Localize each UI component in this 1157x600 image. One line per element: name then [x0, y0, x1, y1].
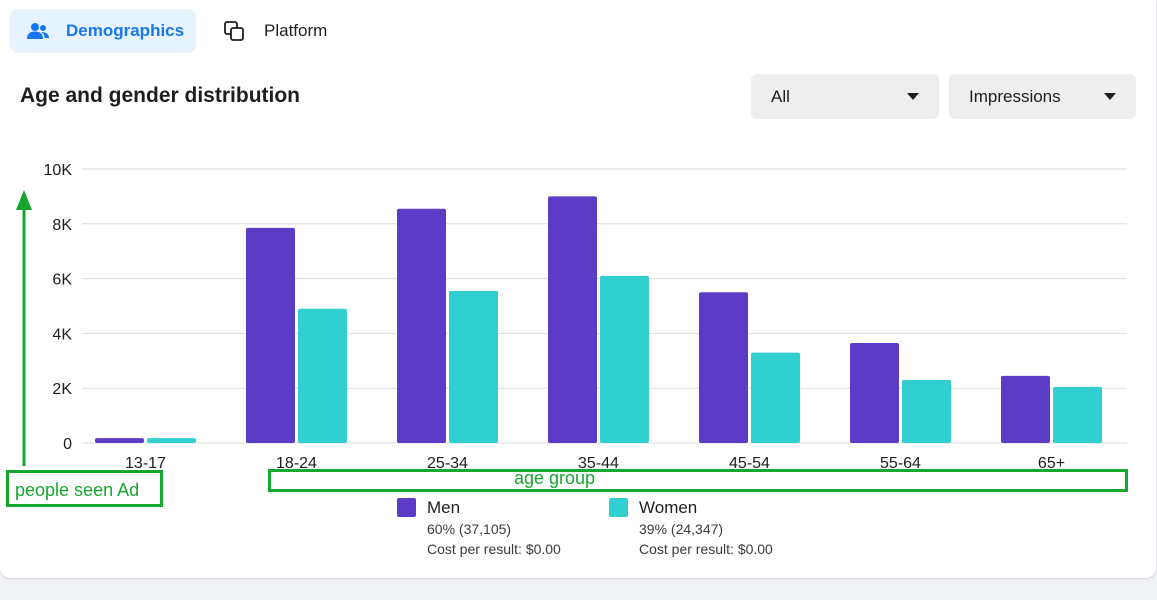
section-title: Age and gender distribution	[20, 84, 301, 107]
tab-platform[interactable]: Platform	[212, 9, 352, 53]
bar-women	[902, 379, 951, 443]
y-annotation-label: people seen Ad	[15, 480, 140, 500]
annotation-arrow	[16, 190, 32, 466]
legend-label-men: Men	[427, 498, 461, 517]
tab-demographics-label: Demographics	[66, 21, 185, 40]
caret-down-icon	[907, 93, 919, 100]
bar-women	[1053, 386, 1102, 443]
tab-platform-label: Platform	[264, 21, 328, 40]
legend-label-women: Women	[639, 498, 698, 517]
legend-share-women: 39% (24,347)	[639, 521, 724, 537]
bar-men	[699, 292, 748, 443]
bar-women	[298, 308, 347, 443]
bar-men	[246, 227, 295, 443]
bar-men	[95, 438, 144, 443]
metric-dropdown[interactable]: Impressions	[949, 74, 1136, 119]
bar-women	[600, 275, 649, 443]
legend-cost-women: Cost per result: $0.00	[639, 541, 773, 557]
audience-dropdown-value: All	[771, 86, 790, 106]
x-annotation-label: age group	[514, 468, 596, 488]
copy-icon	[222, 19, 246, 43]
legend-swatch-men	[397, 498, 416, 517]
y-annotation-box: people seen Ad	[6, 470, 163, 507]
bar-men	[850, 342, 899, 443]
bar-men	[1001, 375, 1050, 443]
caret-down-icon	[1104, 93, 1116, 100]
x-annotation-box: age group	[268, 468, 1128, 492]
bar-women	[751, 352, 800, 443]
legend-cost-men: Cost per result: $0.00	[427, 541, 561, 557]
bar-chart: 02K4K6K8K10K13-17 18-24 25-34 35-44 45-54 55-…	[44, 162, 1127, 472]
bar-women	[147, 438, 196, 443]
bar-men	[548, 196, 597, 443]
legend-share-men: 60% (37,105)	[427, 521, 512, 537]
bar-women	[449, 290, 498, 443]
audience-dropdown[interactable]: All	[751, 74, 939, 119]
legend-swatch-women	[609, 498, 628, 517]
y-tick-label: 0	[63, 436, 72, 453]
bar-men	[397, 208, 446, 443]
metric-dropdown-value: Impressions	[969, 86, 1061, 106]
